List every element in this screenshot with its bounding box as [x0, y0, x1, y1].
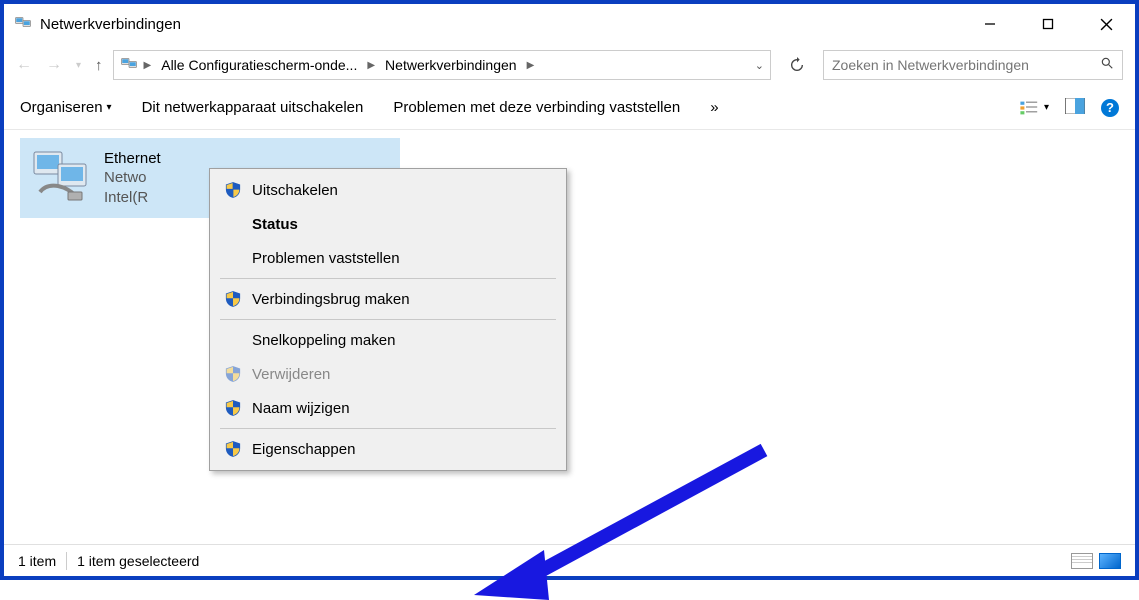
search-box[interactable]	[823, 50, 1123, 80]
ctx-bridge[interactable]: Verbindingsbrug maken	[210, 282, 566, 316]
refresh-button[interactable]	[781, 50, 813, 80]
separator	[220, 278, 556, 279]
separator	[220, 319, 556, 320]
ctx-status[interactable]: Status	[210, 207, 566, 241]
window-title: Netwerkverbindingen	[40, 16, 181, 33]
minimize-button[interactable]	[961, 4, 1019, 44]
connection-name: Ethernet	[104, 149, 161, 169]
address-dropdown-icon[interactable]: ⌄	[755, 59, 764, 72]
organize-label: Organiseren	[20, 99, 103, 116]
toolbar-overflow[interactable]: »	[710, 99, 718, 116]
content-area: Ethernet Netwo Intel(R Uitschakelen Stat…	[4, 130, 1135, 544]
title-bar: Netwerkverbindingen	[4, 4, 1135, 44]
up-button[interactable]: ↑	[95, 57, 103, 74]
ctx-diagnose[interactable]: Problemen vaststellen	[210, 241, 566, 275]
maximize-button[interactable]	[1019, 4, 1077, 44]
shield-icon	[224, 181, 242, 199]
organize-menu[interactable]: Organiseren ▾	[20, 99, 112, 116]
ctx-shortcut[interactable]: Snelkoppeling maken	[210, 323, 566, 357]
separator	[66, 552, 67, 570]
disable-device-button[interactable]: Dit netwerkapparaat uitschakelen	[142, 99, 364, 116]
history-dropdown-icon[interactable]: ▾	[76, 60, 81, 71]
status-selected-count: 1 item geselecteerd	[77, 553, 199, 569]
tiles-view-button[interactable]	[1099, 553, 1121, 569]
status-bar: 1 item 1 item geselecteerd	[4, 544, 1135, 576]
address-bar[interactable]: ▶ Alle Configuratiescherm-onde... ▶ Netw…	[113, 50, 771, 80]
window-icon	[14, 13, 32, 35]
breadcrumb-item[interactable]: Alle Configuratiescherm-onde...	[157, 55, 361, 75]
help-button[interactable]: ?	[1101, 99, 1119, 117]
close-button[interactable]	[1077, 4, 1135, 44]
forward-button[interactable]: →	[46, 56, 62, 74]
ctx-delete: Verwijderen	[210, 357, 566, 391]
ctx-properties[interactable]: Eigenschappen	[210, 432, 566, 466]
dropdown-icon: ▾	[107, 102, 112, 113]
view-options-button[interactable]: ▾	[1020, 100, 1049, 116]
toolbar: Organiseren ▾ Dit netwerkapparaat uitsch…	[4, 86, 1135, 130]
shield-icon	[224, 399, 242, 417]
ctx-rename[interactable]: Naam wijzigen	[210, 391, 566, 425]
ctx-disable[interactable]: Uitschakelen	[210, 173, 566, 207]
status-item-count: 1 item	[18, 553, 56, 569]
shield-icon	[224, 290, 242, 308]
navigation-bar: ← → ▾ ↑ ▶ Alle Configuratiescherm-onde..…	[4, 44, 1135, 86]
network-adapter-icon	[30, 148, 94, 209]
shield-icon	[224, 440, 242, 458]
connection-status: Netwo	[104, 168, 161, 188]
search-input[interactable]	[832, 57, 1100, 73]
diagnose-button[interactable]: Problemen met deze verbinding vaststelle…	[393, 99, 680, 116]
chevron-right-icon[interactable]: ▶	[527, 60, 535, 71]
chevron-right-icon[interactable]: ▶	[367, 60, 375, 71]
preview-pane-button[interactable]	[1065, 98, 1085, 118]
connection-device: Intel(R	[104, 188, 161, 208]
breadcrumb-item[interactable]: Netwerkverbindingen	[381, 55, 521, 75]
separator	[220, 428, 556, 429]
context-menu: Uitschakelen Status Problemen vaststelle…	[209, 168, 567, 471]
shield-icon	[224, 365, 242, 383]
dropdown-icon: ▾	[1044, 102, 1049, 113]
back-button[interactable]: ←	[16, 56, 32, 74]
address-icon	[120, 54, 138, 77]
search-icon[interactable]	[1100, 56, 1114, 75]
chevron-right-icon[interactable]: ▶	[144, 60, 152, 71]
details-view-button[interactable]	[1071, 553, 1093, 569]
